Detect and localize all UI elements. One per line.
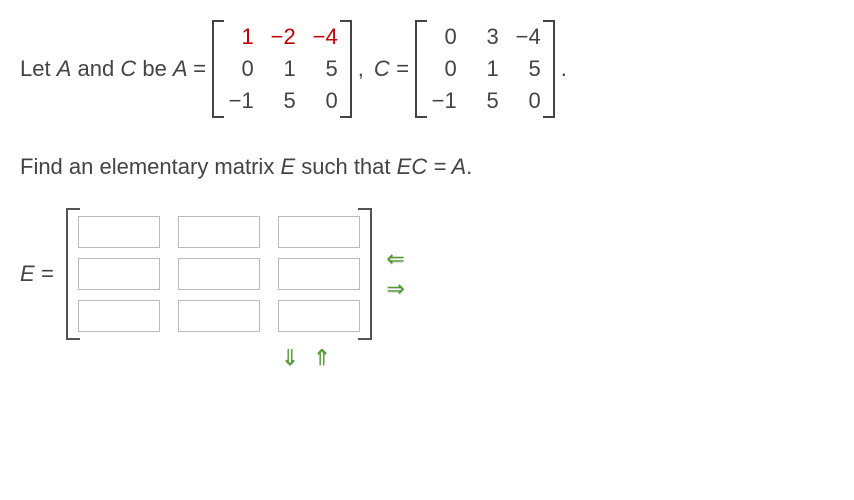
row-resize-controls: ⇓ ⇑ bbox=[278, 346, 834, 370]
remove-row-icon[interactable]: ⇑ bbox=[310, 346, 334, 370]
e-cell-1-0[interactable] bbox=[78, 258, 160, 290]
var-e: E bbox=[280, 154, 295, 179]
e-cell-1-1[interactable] bbox=[178, 258, 260, 290]
matrix-a: 1 −2 −4 0 1 5 −1 5 0 bbox=[216, 20, 348, 118]
var-c: C bbox=[120, 56, 136, 81]
e-equals: E = bbox=[20, 261, 54, 287]
e-cell-1-2[interactable] bbox=[278, 258, 360, 290]
e-cell-2-1[interactable] bbox=[178, 300, 260, 332]
input-matrix-e bbox=[66, 208, 372, 340]
e-cell-0-2[interactable] bbox=[278, 216, 360, 248]
comma: , bbox=[358, 56, 364, 82]
e-cell-2-0[interactable] bbox=[78, 300, 160, 332]
matrix-c: 0 3 −4 0 1 5 −1 5 0 bbox=[419, 20, 551, 118]
period: . bbox=[561, 56, 567, 82]
question-text: Find an elementary matrix E such that EC… bbox=[20, 154, 834, 180]
c-equals: C = bbox=[374, 56, 409, 82]
var-a: A bbox=[57, 56, 72, 81]
e-cell-2-2[interactable] bbox=[278, 300, 360, 332]
add-row-icon[interactable]: ⇓ bbox=[278, 346, 302, 370]
remove-column-icon[interactable]: ⇐ bbox=[384, 247, 408, 271]
e-cell-0-1[interactable] bbox=[178, 216, 260, 248]
text-intro: Let A and C be A = bbox=[20, 56, 206, 82]
add-column-icon[interactable]: ⇒ bbox=[384, 277, 408, 301]
e-cell-0-0[interactable] bbox=[78, 216, 160, 248]
problem-statement-line1: Let A and C be A = 1 −2 −4 0 1 5 −1 5 0 … bbox=[20, 20, 834, 118]
column-resize-controls: ⇐ ⇒ bbox=[384, 247, 408, 301]
answer-area: E = ⇐ ⇒ bbox=[20, 208, 834, 340]
